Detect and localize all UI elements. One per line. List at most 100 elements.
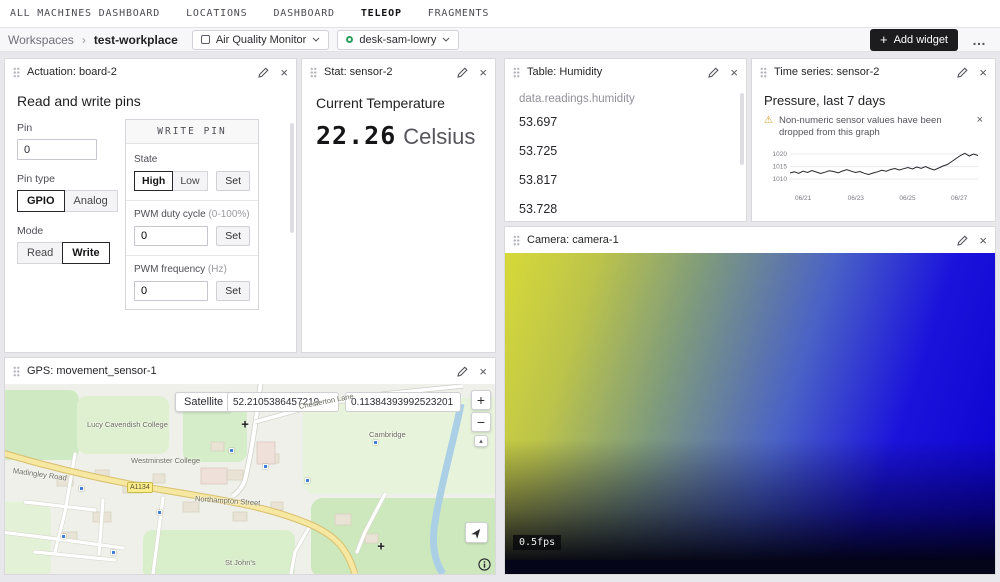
- machine-select[interactable]: Air Quality Monitor: [192, 30, 329, 50]
- pwm-duty-label: PWM duty cycle (0-100%): [134, 209, 250, 220]
- write-pin-panel: WRITE PIN State HighLow Set PWM duty cyc…: [125, 119, 259, 310]
- set-state-button[interactable]: Set: [216, 171, 250, 191]
- edit-widget-button[interactable]: [258, 67, 269, 78]
- camera-feed-bottom-band: [505, 560, 995, 574]
- poi-marker-icon[interactable]: [61, 534, 66, 539]
- dismiss-warning-button[interactable]: ×: [977, 115, 983, 126]
- poi-marker-icon[interactable]: [157, 510, 162, 515]
- info-icon: [478, 558, 491, 571]
- scrollbar-thumb[interactable]: [740, 93, 744, 165]
- humidity-rows: 53.69753.72553.81753.728: [519, 107, 732, 223]
- pencil-icon: [457, 366, 468, 377]
- widget-header: Time series: sensor-2 ×: [752, 59, 995, 85]
- part-select[interactable]: desk-sam-lowry: [337, 30, 459, 50]
- pencil-icon: [708, 67, 719, 78]
- map-label: Lucy Cavendish College: [87, 420, 168, 429]
- camera-feed-image: 0.5fps: [505, 253, 995, 574]
- nav-item[interactable]: DASHBOARD: [273, 8, 334, 19]
- option-read[interactable]: Read: [17, 242, 63, 264]
- satellite-toggle-button[interactable]: Satellite: [175, 392, 232, 412]
- set-pwm-freq-button[interactable]: Set: [216, 281, 250, 301]
- app: ALL MACHINES DASHBOARD LOCATIONS DASHBOARD…: [0, 0, 1000, 582]
- widget-header: GPS: movement_sensor-1 ×: [5, 358, 495, 384]
- crosshair-marker-icon: +: [241, 417, 249, 432]
- drag-handle-icon[interactable]: [13, 67, 20, 78]
- add-widget-button[interactable]: + Add widget: [870, 29, 958, 51]
- drag-handle-icon[interactable]: [13, 366, 20, 377]
- close-widget-button[interactable]: ×: [479, 66, 487, 79]
- expand-controls-button[interactable]: ▴: [474, 435, 488, 447]
- pwm-freq-label: PWM frequency (Hz): [134, 264, 250, 275]
- edit-widget-button[interactable]: [457, 366, 468, 377]
- nav-item[interactable]: ALL MACHINES DASHBOARD: [10, 8, 160, 19]
- chevron-down-icon: [442, 37, 450, 42]
- longitude-input[interactable]: [345, 392, 461, 412]
- set-pwm-duty-button[interactable]: Set: [216, 226, 250, 246]
- close-widget-button[interactable]: ×: [979, 66, 987, 79]
- scrollbar-thumb[interactable]: [290, 123, 294, 233]
- widget-title: Actuation: board-2: [27, 66, 117, 78]
- poi-marker-icon[interactable]: [263, 464, 268, 469]
- close-widget-button[interactable]: ×: [280, 66, 288, 79]
- option-high[interactable]: High: [134, 171, 173, 191]
- edit-widget-button[interactable]: [957, 235, 968, 246]
- drag-handle-icon[interactable]: [513, 67, 520, 78]
- breadcrumb-workspaces[interactable]: Workspaces: [8, 33, 74, 47]
- nav-item[interactable]: LOCATIONS: [186, 8, 247, 19]
- poi-marker-icon[interactable]: [305, 478, 310, 483]
- option-low[interactable]: Low: [172, 171, 207, 191]
- nav-item[interactable]: FRAGMENTS: [428, 8, 489, 19]
- table-row: 53.817: [519, 165, 732, 194]
- dashboard-canvas: Actuation: board-2 × Read and write pins…: [0, 52, 1000, 582]
- close-widget-button[interactable]: ×: [479, 365, 487, 378]
- chart-title: Pressure, last 7 days: [764, 93, 983, 108]
- option-gpio[interactable]: GPIO: [17, 190, 65, 212]
- poi-marker-icon[interactable]: [111, 550, 116, 555]
- close-widget-button[interactable]: ×: [979, 234, 987, 247]
- pwm-duty-hint: (0-100%): [208, 209, 249, 220]
- stat-unit: Celsius: [403, 124, 475, 150]
- locate-button[interactable]: [465, 522, 488, 543]
- state-group: HighLow: [134, 171, 208, 191]
- edit-widget-button[interactable]: [957, 67, 968, 78]
- crosshair-marker-icon: +: [377, 539, 385, 554]
- option-analog[interactable]: Analog: [64, 190, 118, 212]
- pwm-freq-input[interactable]: [134, 281, 208, 301]
- divider: [126, 200, 258, 201]
- map-info-button[interactable]: [476, 556, 492, 572]
- overflow-menu-button[interactable]: …: [966, 32, 992, 48]
- part-select-label: desk-sam-lowry: [359, 34, 436, 46]
- drag-handle-icon[interactable]: [310, 67, 317, 78]
- actuation-body: Read and write pins Pin Pin type GPIOAna…: [5, 85, 296, 352]
- pin-input[interactable]: [17, 139, 97, 160]
- poi-marker-icon[interactable]: [373, 440, 378, 445]
- widget-title: Time series: sensor-2: [774, 66, 879, 78]
- nav-item[interactable]: TELEOP: [361, 8, 402, 19]
- pwm-duty-input[interactable]: [134, 226, 208, 246]
- drag-handle-icon[interactable]: [513, 235, 520, 246]
- widget-header: Table: Humidity ×: [505, 59, 746, 85]
- edit-widget-button[interactable]: [457, 67, 468, 78]
- chevron-down-icon: [312, 37, 320, 42]
- widget-timeseries: Time series: sensor-2 × Pressure, last 7…: [751, 58, 996, 222]
- svg-text:06/21: 06/21: [795, 195, 812, 202]
- poi-marker-icon[interactable]: [79, 486, 84, 491]
- option-write[interactable]: Write: [62, 242, 109, 264]
- widget-stat: Stat: sensor-2 × Current Temperature 22.…: [301, 58, 496, 353]
- poi-marker-icon[interactable]: [229, 448, 234, 453]
- timeseries-body: Pressure, last 7 days ⚠ Non-numeric sens…: [752, 85, 995, 212]
- widget-actuation: Actuation: board-2 × Read and write pins…: [4, 58, 297, 353]
- add-widget-label: Add widget: [894, 34, 948, 46]
- zoom-in-button[interactable]: +: [471, 390, 491, 410]
- widget-header: Actuation: board-2 ×: [5, 59, 296, 85]
- pressure-chart: 10101015102006/2106/2306/2506/27: [764, 143, 983, 210]
- edit-widget-button[interactable]: [708, 67, 719, 78]
- drag-handle-icon[interactable]: [760, 67, 767, 78]
- map-canvas[interactable]: A1134 Satellite + − ▴ Madingley Roa: [5, 384, 495, 574]
- close-widget-button[interactable]: ×: [730, 66, 738, 79]
- zoom-out-button[interactable]: −: [471, 412, 491, 432]
- stat-value: 22.26: [316, 121, 396, 150]
- warning-text: Non-numeric sensor values have been drop…: [779, 115, 947, 140]
- breadcrumb-current: test-workplace: [94, 33, 178, 47]
- pressure-chart-svg: 10101015102006/2106/2306/2506/27: [764, 143, 983, 205]
